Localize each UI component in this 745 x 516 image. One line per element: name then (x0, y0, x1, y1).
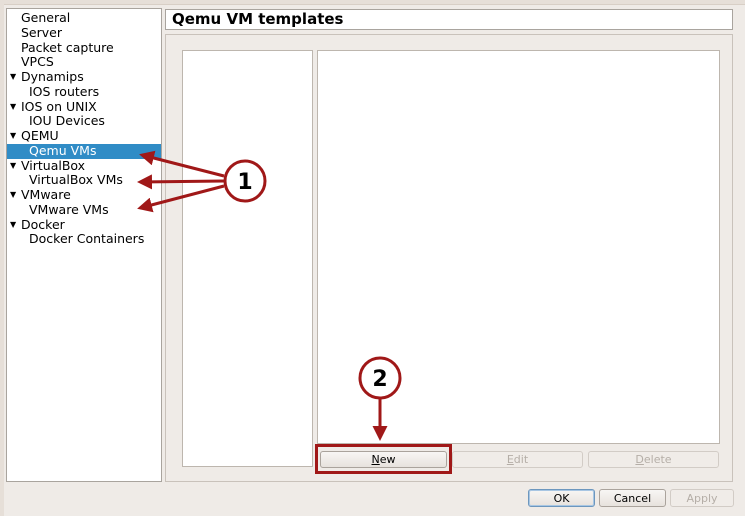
sidebar-item-label: Docker (21, 216, 65, 232)
sidebar-item-label: IOS on UNIX (21, 98, 97, 114)
sidebar-item-vpcs[interactable]: VPCS (7, 54, 161, 70)
sidebar-item-label: General (21, 10, 71, 25)
delete-label-rest: elete (643, 453, 672, 466)
expand-arrow-icon[interactable]: ▼ (10, 159, 16, 174)
sidebar-item-vmware[interactable]: ▼ VMware (7, 187, 161, 203)
sidebar-item-label: VMware VMs (29, 201, 109, 217)
sidebar-item-label: VMware (21, 187, 71, 202)
sidebar-item-label: Server (21, 24, 62, 40)
expand-arrow-icon[interactable]: ▼ (10, 188, 16, 203)
ok-button[interactable]: OK (528, 489, 595, 507)
edit-label-rest: dit (513, 453, 529, 466)
sidebar-item-ios-routers[interactable]: IOS routers (7, 83, 161, 100)
sidebar-item-label: Packet capture (21, 39, 114, 55)
sidebar-item-qemu[interactable]: ▼ QEMU (7, 128, 161, 144)
sidebar-item-packet-capture[interactable]: Packet capture (7, 39, 161, 56)
sidebar-item-label: Qemu VMs (29, 142, 97, 158)
new-mnemonic: N (371, 453, 380, 466)
sidebar-item-ios-on-unix[interactable]: ▼ IOS on UNIX (7, 98, 161, 115)
sidebar-item-label: Docker Containers (29, 231, 145, 247)
sidebar-item-label: Dynamips (21, 69, 84, 84)
expand-arrow-icon[interactable]: ▼ (10, 218, 16, 233)
sidebar-item-vmware-vms[interactable]: VMware VMs (7, 201, 161, 218)
sidebar-item-docker[interactable]: ▼ Docker (7, 216, 161, 233)
sidebar-item-label: VirtualBox (21, 157, 86, 173)
expand-arrow-icon[interactable]: ▼ (10, 100, 16, 115)
window-top-edge (0, 0, 745, 5)
sidebar-item-docker-containers[interactable]: Docker Containers (7, 231, 161, 247)
window-left-edge (0, 4, 4, 516)
sidebar-item-general[interactable]: General (7, 10, 161, 26)
panel-splitter[interactable] (313, 50, 316, 467)
delete-button[interactable]: Delete (588, 451, 719, 468)
new-label-rest: ew (379, 453, 396, 466)
sidebar-item-dynamips[interactable]: ▼ Dynamips (7, 69, 161, 85)
sidebar-item-iou-devices[interactable]: IOU Devices (7, 113, 161, 129)
expand-arrow-icon[interactable]: ▼ (10, 129, 16, 144)
sidebar-item-label: IOS routers (29, 83, 100, 99)
templates-list[interactable] (182, 50, 313, 467)
delete-mnemonic: D (635, 453, 644, 466)
apply-button[interactable]: Apply (670, 489, 734, 507)
sidebar-item-label: IOU Devices (29, 113, 105, 129)
page-title: Qemu VM templates (165, 9, 733, 30)
sidebar-item-virtualbox[interactable]: ▼ VirtualBox (7, 157, 161, 174)
new-button[interactable]: New (320, 451, 447, 468)
cancel-button[interactable]: Cancel (599, 489, 666, 507)
expand-arrow-icon[interactable]: ▼ (10, 70, 16, 85)
edit-button[interactable]: Edit (452, 451, 583, 468)
sidebar-item-qemu-vms[interactable]: Qemu VMs (7, 142, 161, 159)
edit-mnemonic: E (506, 453, 514, 466)
sidebar-item-virtualbox-vms[interactable]: VirtualBox VMs (7, 172, 161, 188)
sidebar-item-label: VPCS (21, 54, 54, 70)
sidebar-item-label: QEMU (21, 128, 59, 143)
preferences-tree[interactable]: General Server Packet capture VPCS ▼ Dynamips… (6, 8, 162, 482)
template-info-panel (317, 50, 720, 444)
sidebar-item-server[interactable]: Server (7, 24, 161, 41)
sidebar-item-label: VirtualBox VMs (29, 172, 123, 188)
